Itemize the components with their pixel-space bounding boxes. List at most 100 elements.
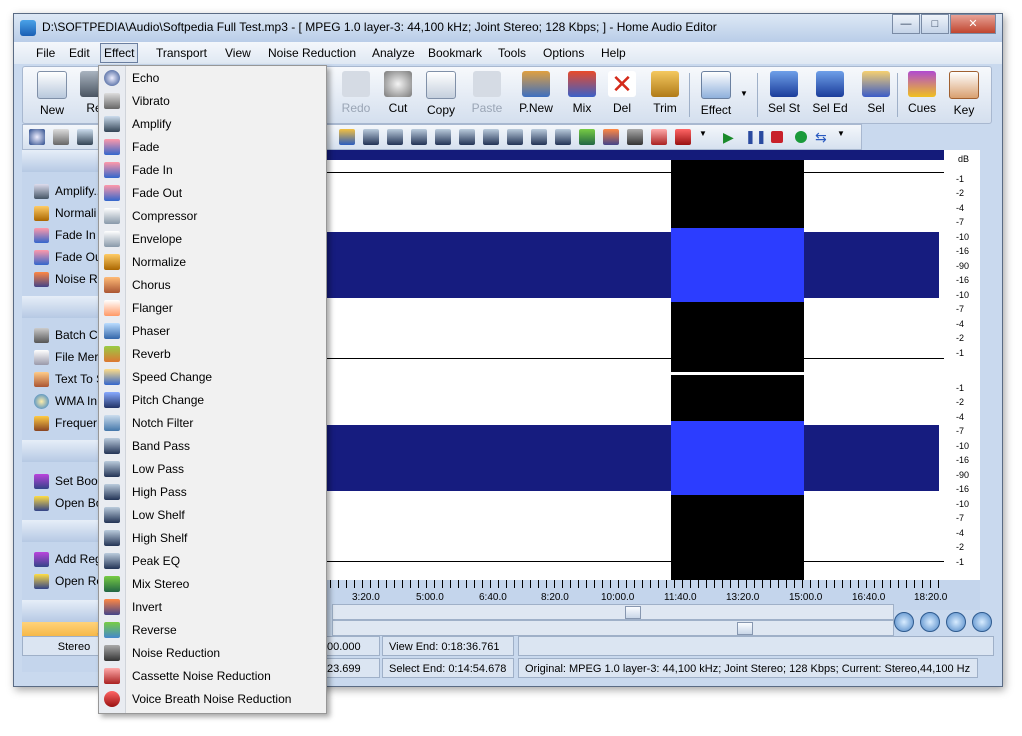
effect-button[interactable]: Effect: [695, 69, 737, 121]
menu-item-invert[interactable]: Invert: [99, 596, 326, 619]
minimize-icon[interactable]: —: [892, 14, 920, 34]
effect-small-icon-13[interactable]: [627, 129, 643, 145]
paste-button[interactable]: Paste: [469, 69, 505, 121]
sidebar-item-batch[interactable]: Batch C: [34, 328, 98, 344]
scroll-thumb[interactable]: [625, 606, 641, 619]
sidebar-item-wma[interactable]: WMA In: [34, 394, 97, 410]
menu-item-compressor[interactable]: Compressor: [99, 205, 326, 228]
select-start-button[interactable]: Sel St: [765, 69, 803, 121]
effect-small-icon-14[interactable]: [651, 129, 667, 145]
scroll-thumb[interactable]: [737, 622, 753, 635]
menu-transport[interactable]: Transport: [156, 46, 207, 60]
effect-small-icon-8[interactable]: [507, 129, 523, 145]
delete-button[interactable]: ✕ Del: [607, 69, 637, 121]
menu-help[interactable]: Help: [601, 46, 626, 60]
chevron-down-icon[interactable]: ▼: [837, 129, 847, 145]
effect-small-icon-5[interactable]: [435, 129, 451, 145]
menu-tools[interactable]: Tools: [498, 46, 526, 60]
horizontal-scrollbar-2[interactable]: [332, 620, 894, 636]
mix-button[interactable]: Mix: [567, 69, 597, 121]
sidebar-item-normalize[interactable]: Normali: [34, 206, 96, 222]
effect-small-icon-11[interactable]: [579, 129, 595, 145]
menu-item-noise-reduction[interactable]: Noise Reduction: [99, 642, 326, 665]
effect-small-icon-4[interactable]: [411, 129, 427, 145]
sidebar-item-noise-reduction[interactable]: Noise Re: [34, 272, 104, 288]
menu-analyze[interactable]: Analyze: [372, 46, 415, 60]
menu-item-amplify[interactable]: Amplify: [99, 113, 326, 136]
menu-item-voice-breath-noise-reduction[interactable]: Voice Breath Noise Reduction: [99, 688, 326, 711]
waveform-view[interactable]: dB -1 -2 -4 -7 -10 -16 -90 -16 -10 -7 -4…: [234, 150, 980, 580]
menu-item-band-pass[interactable]: Band Pass: [99, 435, 326, 458]
maximize-icon[interactable]: □: [921, 14, 949, 34]
stop-icon[interactable]: [771, 131, 783, 143]
menu-item-speed-change[interactable]: Speed Change: [99, 366, 326, 389]
effect-dropdown[interactable]: ▼: [737, 69, 751, 121]
menu-item-high-pass[interactable]: High Pass: [99, 481, 326, 504]
menu-bookmark[interactable]: Bookmark: [428, 46, 482, 60]
menu-item-notch-filter[interactable]: Notch Filter: [99, 412, 326, 435]
sidebar-item-set-bookmark[interactable]: Set Boo: [34, 474, 98, 490]
sidebar-item-fade-in[interactable]: Fade In: [34, 228, 96, 244]
menu-file[interactable]: File: [36, 46, 55, 60]
menu-item-pitch-change[interactable]: Pitch Change: [99, 389, 326, 412]
menu-noise-reduction[interactable]: Noise Reduction: [268, 46, 356, 60]
select-button[interactable]: Sel: [861, 69, 891, 121]
horizontal-scrollbar-1[interactable]: [332, 604, 894, 620]
sidebar-item-open-region[interactable]: Open Re: [34, 574, 103, 590]
menu-item-cassette-noise-reduction[interactable]: Cassette Noise Reduction: [99, 665, 326, 688]
menu-item-chorus[interactable]: Chorus: [99, 274, 326, 297]
effect-small-icon-9[interactable]: [531, 129, 547, 145]
menu-item-phaser[interactable]: Phaser: [99, 320, 326, 343]
zoom-selection-icon[interactable]: [946, 612, 966, 632]
menu-item-reverb[interactable]: Reverb: [99, 343, 326, 366]
menu-item-fade-out[interactable]: Fade Out: [99, 182, 326, 205]
key-button[interactable]: Key: [949, 69, 979, 121]
new-button[interactable]: New: [35, 69, 69, 121]
cut-button[interactable]: Cut: [381, 69, 415, 121]
pause-icon[interactable]: ❚❚: [745, 129, 767, 145]
overview-strip[interactable]: [234, 150, 944, 160]
cues-button[interactable]: Cues: [905, 69, 939, 121]
zoom-full-icon[interactable]: [972, 612, 992, 632]
record-small-icon[interactable]: [795, 131, 807, 143]
menu-item-peak-eq[interactable]: Peak EQ: [99, 550, 326, 573]
redo-button[interactable]: Redo: [339, 69, 373, 121]
menu-item-high-shelf[interactable]: High Shelf: [99, 527, 326, 550]
effect-small-icon-1[interactable]: [339, 129, 355, 145]
sidebar-item-amplify[interactable]: Amplify...: [34, 184, 103, 200]
sidebar-item-text-to-speech[interactable]: Text To S: [34, 372, 104, 388]
close-icon[interactable]: ✕: [950, 14, 996, 34]
effect-small-icon-7[interactable]: [483, 129, 499, 145]
effect-small-icon-2[interactable]: [363, 129, 379, 145]
clock-icon[interactable]: [29, 129, 45, 145]
effect-small-icon-15[interactable]: [675, 129, 691, 145]
menu-effect[interactable]: Effect: [100, 43, 139, 63]
amplify-small-icon[interactable]: [77, 129, 93, 145]
menu-item-flanger[interactable]: Flanger: [99, 297, 326, 320]
zoom-in-icon[interactable]: [894, 612, 914, 632]
menu-item-mix-stereo[interactable]: Mix Stereo: [99, 573, 326, 596]
sidebar-item-fade-out[interactable]: Fade Ou: [34, 250, 102, 266]
menu-item-low-pass[interactable]: Low Pass: [99, 458, 326, 481]
sidebar-item-open-bookmark[interactable]: Open Bo: [34, 496, 102, 512]
sidebar-item-file-merger[interactable]: File Mer: [34, 350, 98, 366]
effect-small-icon-6[interactable]: [459, 129, 475, 145]
copy-button[interactable]: Copy: [423, 69, 459, 121]
menu-view[interactable]: View: [225, 46, 251, 60]
menu-item-fade[interactable]: Fade: [99, 136, 326, 159]
menu-item-fade-in[interactable]: Fade In: [99, 159, 326, 182]
effect-small-icon-10[interactable]: [555, 129, 571, 145]
loop-icon[interactable]: ⇆: [815, 129, 831, 145]
sidebar-item-frequency[interactable]: Frequer: [34, 416, 97, 432]
menu-edit[interactable]: Edit: [69, 46, 90, 60]
trim-button[interactable]: Trim: [649, 69, 681, 121]
chevron-down-icon[interactable]: ▼: [699, 129, 709, 145]
menu-item-reverse[interactable]: Reverse: [99, 619, 326, 642]
sidebar-item-add-region[interactable]: Add Reg: [34, 552, 102, 568]
menu-options[interactable]: Options: [543, 46, 584, 60]
zoom-out-icon[interactable]: [920, 612, 940, 632]
menu-item-echo[interactable]: Echo: [99, 67, 326, 90]
speaker-icon[interactable]: [53, 129, 69, 145]
play-icon[interactable]: ▶: [723, 129, 739, 145]
channel-right[interactable]: [234, 375, 944, 575]
